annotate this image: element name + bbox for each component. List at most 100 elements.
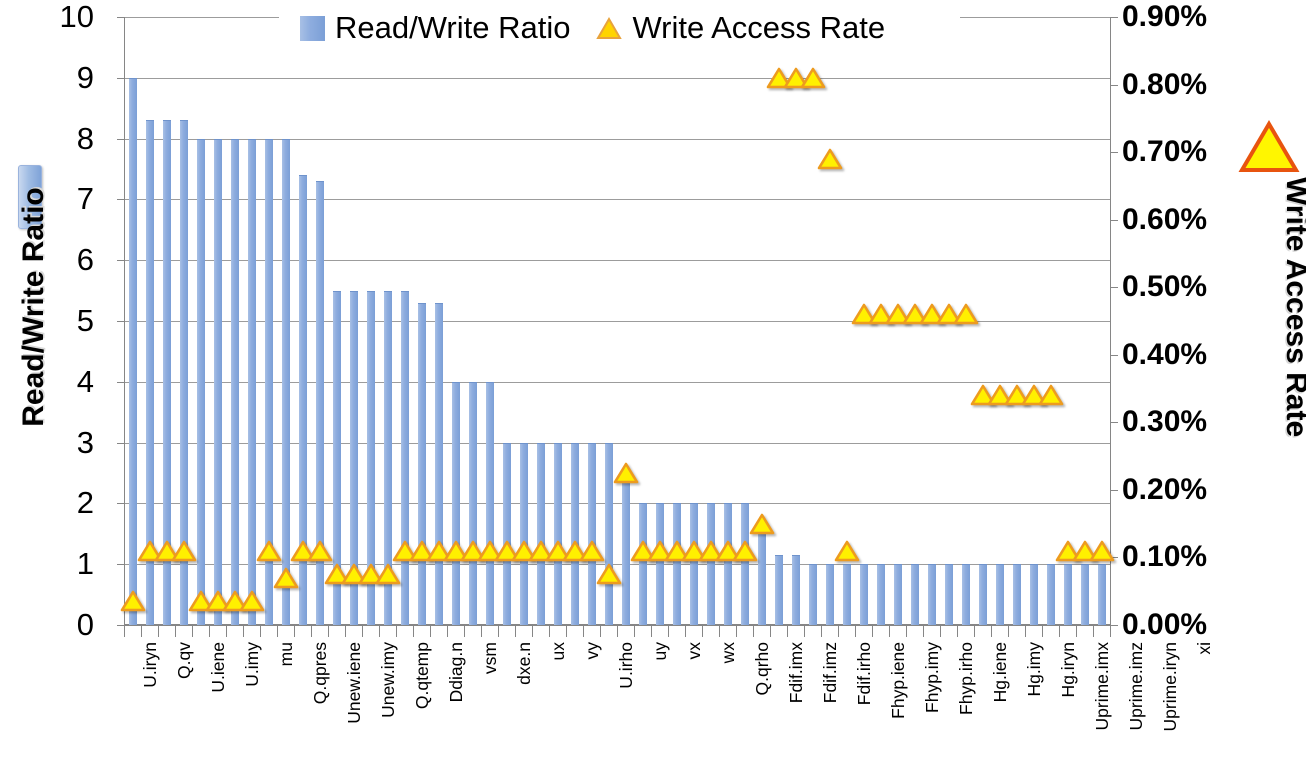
left-axis-tick-label: 3: [76, 424, 94, 460]
x-axis-tick: [464, 626, 465, 637]
right-axis-tick-label: 0.30%: [1122, 405, 1208, 439]
legend-label-read-write-ratio: Read/Write Ratio: [335, 10, 571, 45]
x-axis-tick: [736, 626, 737, 637]
triangle-marker: [800, 66, 826, 89]
x-axis-tick: [515, 626, 516, 637]
x-axis-label: Q.qpres: [309, 642, 330, 705]
right-axis-tick-label: 0.90%: [1122, 0, 1208, 33]
triangle-marker: [579, 539, 605, 562]
chart-legend: Read/Write Ratio Write Access Rate: [300, 8, 885, 48]
right-axis-tick-mark: [1110, 489, 1118, 491]
right-axis-tick-mark: [1110, 17, 1118, 18]
right-axis-tick-mark: [1110, 354, 1118, 356]
triangle-marker: [239, 590, 265, 613]
x-axis-label: vsm: [479, 642, 500, 675]
x-axis-tick: [192, 626, 193, 637]
legend-item-read-write-ratio: Read/Write Ratio: [300, 10, 570, 46]
x-axis-tick: [634, 626, 635, 637]
x-axis-tick: [906, 626, 907, 637]
x-axis-label: U.iryn: [139, 642, 160, 688]
x-axis-tick: [379, 626, 380, 637]
x-axis-label: uy: [649, 642, 670, 661]
legend-item-write-access-rate: Write Access Rate: [596, 10, 885, 46]
left-axis-tick-label: 4: [76, 363, 94, 399]
x-axis-tick: [209, 626, 210, 637]
triangle-marker: [1038, 384, 1064, 407]
x-axis-ticks: [124, 626, 1111, 638]
x-axis-label: Fdif.irho: [853, 642, 874, 706]
x-axis-tick: [838, 626, 839, 637]
x-axis-label: Uprime.imx: [1091, 642, 1112, 731]
x-axis-label: vy: [581, 642, 602, 660]
triangle-icon: [596, 16, 623, 40]
x-axis-tick: [1093, 626, 1094, 637]
x-axis-tick: [1025, 626, 1026, 637]
x-axis-tick: [124, 626, 125, 637]
x-axis-label: Hg.iryn: [1057, 642, 1078, 698]
triangle-marker: [307, 539, 333, 562]
x-axis-tick: [532, 626, 533, 637]
x-axis-tick: [413, 626, 414, 637]
x-axis-tick: [345, 626, 346, 637]
x-axis-tick: [175, 626, 176, 637]
x-axis-tick: [923, 626, 924, 637]
triangle-marker: [596, 563, 622, 586]
x-axis-tick: [821, 626, 822, 637]
x-axis-tick: [549, 626, 550, 637]
right-axis-tick-label: 0.10%: [1122, 540, 1208, 574]
right-axis-tick-mark: [1110, 287, 1118, 289]
triangle-marker: [171, 539, 197, 562]
left-axis-tick-label: 1: [76, 546, 94, 582]
plot-right-border: [1110, 17, 1111, 625]
x-axis-tick: [158, 626, 159, 637]
triangle-marker: [120, 590, 146, 613]
x-axis-tick: [804, 626, 805, 637]
chart-canvas: Read/Write Ratio Write Access Rate 0 1 2 3 4…: [0, 0, 1306, 764]
x-axis-tick: [311, 626, 312, 637]
x-axis-label: Uprime.iryn: [1159, 642, 1180, 732]
right-axis-tick-mark: [1110, 219, 1118, 221]
x-axis-tick: [498, 626, 499, 637]
right-axis-tick-mark: [1110, 625, 1118, 626]
triangle-marker: [749, 512, 775, 535]
x-axis-tick: [1110, 626, 1111, 637]
left-axis-tick-label: 10: [59, 0, 94, 34]
left-axis-tick-label: 5: [76, 303, 94, 338]
x-axis-tick: [770, 626, 771, 637]
x-axis-tick: [1076, 626, 1077, 637]
right-axis-title: Write Access Rate: [1280, 177, 1306, 438]
x-axis-label: Q.qv: [173, 642, 194, 679]
right-axis-tick-label: 0.20%: [1122, 472, 1208, 506]
left-axis-tick-label: 2: [76, 485, 94, 521]
triangle-marker: [273, 566, 299, 589]
x-axis-tick: [753, 626, 754, 637]
x-axis-tick: [991, 626, 992, 637]
x-axis-label: Hg.imy: [1023, 642, 1044, 697]
x-axis-label: Fhyp.iene: [887, 642, 908, 719]
x-axis-label: xi: [1193, 642, 1214, 655]
x-axis-tick: [294, 626, 295, 637]
x-axis-label: U.imy: [241, 642, 262, 687]
right-axis-tick-label: 0.70%: [1122, 135, 1208, 169]
left-axis-tick-label: 8: [76, 120, 94, 156]
x-axis-label: wx: [717, 642, 738, 664]
x-axis-tick: [226, 626, 227, 637]
x-axis-label: vx: [683, 642, 704, 660]
marker-series-write-access-rate: [120, 17, 1114, 625]
x-axis-label: U.irho: [615, 642, 636, 689]
right-axis-tick-mark: [1110, 84, 1118, 86]
x-axis-tick: [566, 626, 567, 637]
x-axis-label: mu: [275, 642, 296, 667]
x-axis-tick: [260, 626, 261, 637]
x-axis-tick: [600, 626, 601, 637]
legend-label-write-access-rate: Write Access Rate: [632, 10, 886, 45]
x-axis-tick: [277, 626, 278, 637]
x-axis-tick: [940, 626, 941, 637]
left-axis-tick-label: 6: [76, 242, 94, 278]
triangle-marker: [613, 462, 639, 485]
right-axis-tick-mark: [1110, 152, 1118, 154]
triangle-marker: [1089, 539, 1115, 562]
x-axis-tick: [787, 626, 788, 637]
x-axis-label: Unew.iene: [343, 642, 364, 724]
x-axis-tick: [1059, 626, 1060, 637]
